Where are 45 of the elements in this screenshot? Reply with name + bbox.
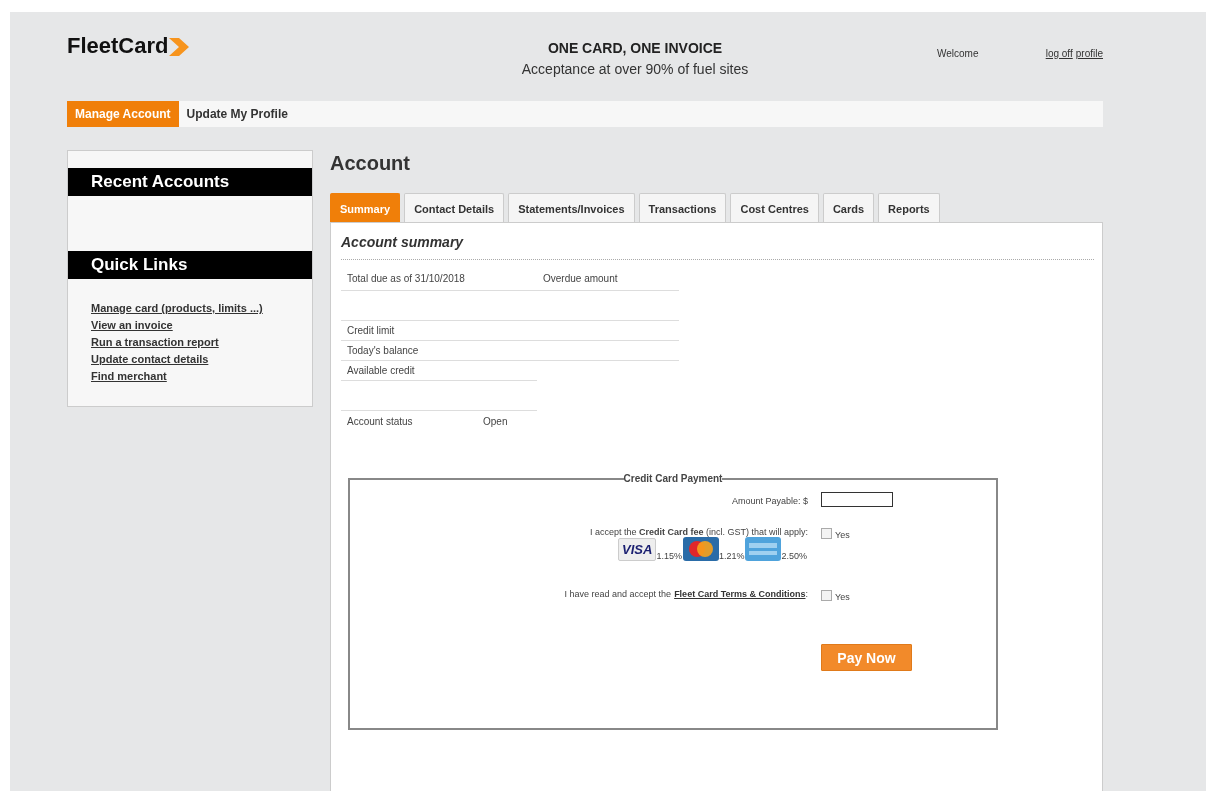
fee-rate: 2.50% — [781, 551, 807, 561]
tab[interactable]: Transactions — [638, 193, 727, 222]
field-label: Overdue amount — [543, 272, 619, 284]
fee-rate: 1.21% — [718, 551, 745, 561]
nav-tab[interactable]: Update My Profile — [178, 101, 296, 127]
logo-text: FleetCard — [67, 33, 169, 59]
tagline: ONE CARD, ONE INVOICE — [546, 40, 724, 56]
header-link[interactable]: log off — [1045, 48, 1073, 59]
field-label: Amount Payable: $ — [731, 496, 808, 506]
field-label: Credit limit — [347, 325, 396, 336]
amount-input[interactable] — [821, 492, 893, 507]
tab[interactable]: Reports — [878, 193, 940, 222]
card-circles-icon — [682, 537, 719, 561]
quick-link[interactable]: Run a transaction report — [91, 334, 219, 351]
checkbox[interactable] — [821, 590, 832, 601]
page-title: Account — [330, 151, 411, 176]
terms-text: I have read and accept the — [564, 589, 672, 599]
quick-link[interactable]: Find merchant — [91, 368, 167, 385]
tab[interactable]: Cards — [822, 193, 875, 222]
striped-card-icon — [745, 537, 782, 561]
tab[interactable]: Cost Centres — [730, 193, 819, 222]
checkbox-label: Yes — [835, 530, 850, 540]
quick-link[interactable]: View an invoice — [91, 317, 173, 334]
fee-rate: 1.15% — [656, 551, 682, 561]
field-label: Account status — [347, 415, 414, 427]
payment-legend: Credit Card Payment — [623, 473, 723, 484]
field-value: Open — [483, 415, 508, 427]
tab[interactable]: Contact Details — [404, 193, 505, 222]
welcome-text: Welcome — [937, 48, 979, 59]
checkbox-label: Yes — [835, 592, 850, 602]
quick-link[interactable]: Manage card (products, limits ...) — [91, 300, 263, 317]
fee-text: I accept the Credit Card fee (incl. GST) that will apply: — [589, 527, 808, 537]
terms-colon: : — [805, 589, 808, 599]
field-label: Total due as of 31/10/2018 — [347, 272, 466, 284]
header-link[interactable]: profile — [1075, 48, 1103, 59]
field-label: Available credit — [347, 365, 416, 376]
section-heading: Quick Links — [68, 251, 312, 279]
section-heading: Recent Accounts — [68, 168, 312, 196]
visa-card-icon: VISA — [618, 538, 657, 561]
quick-link[interactable]: Update contact details — [91, 351, 209, 368]
field-label: Today's balance — [347, 345, 420, 356]
section-title: Account summary — [341, 223, 1094, 260]
tab[interactable]: Statements/Invoices — [508, 193, 635, 222]
checkbox[interactable] — [821, 528, 832, 539]
subtitle: Acceptance at over 90% of fuel sites — [520, 61, 750, 77]
